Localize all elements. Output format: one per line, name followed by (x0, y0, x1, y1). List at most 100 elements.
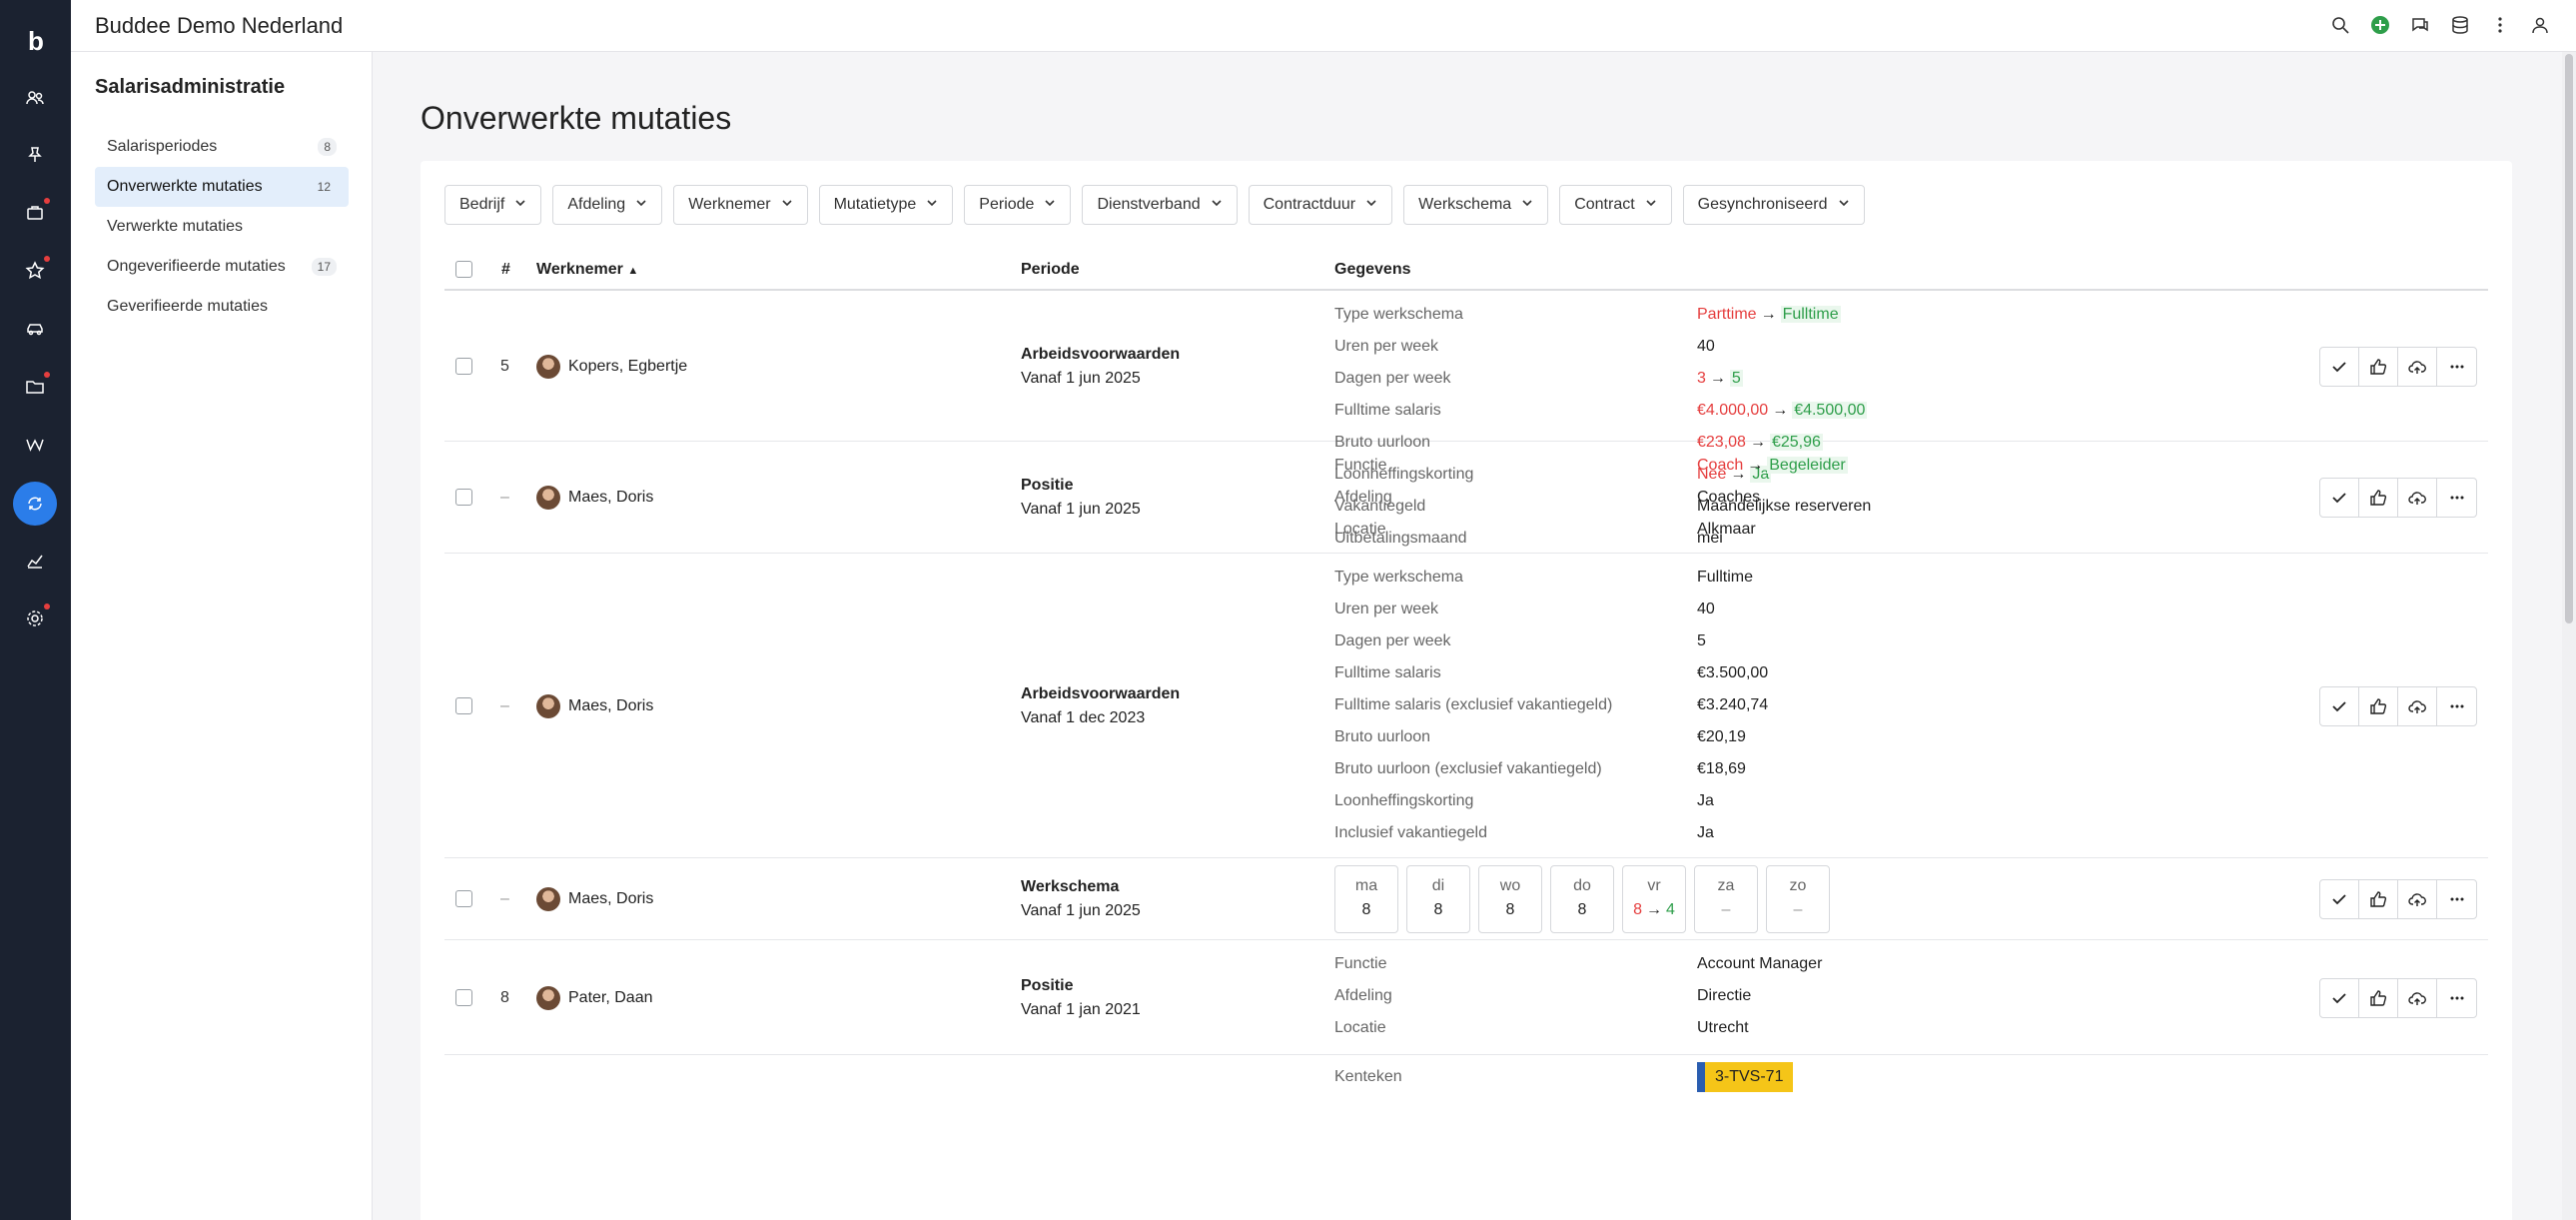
company-name: Buddee Demo Nederland (95, 13, 344, 38)
employee-cell[interactable]: Maes, Doris (536, 887, 653, 911)
old-value: €4.000,00 (1697, 402, 1769, 419)
employee-cell[interactable]: Kopers, Egbertje (536, 354, 688, 379)
more-horizontal-button[interactable] (2437, 479, 2476, 517)
period-cell: Arbeidsvoorwaarden Vanaf 1 dec 2023 (1021, 682, 1180, 730)
more-vertical-icon[interactable] (2488, 13, 2512, 37)
sidebar-item-salarisperiodes[interactable]: Salarisperiodes 8 (95, 127, 349, 167)
filter-contractduur[interactable]: Contractduur (1248, 185, 1393, 225)
employee-cell[interactable]: Maes, Doris (536, 693, 653, 718)
buddee-logo[interactable]: b (22, 24, 50, 58)
database-icon[interactable] (2448, 13, 2472, 37)
sidebar-item-label: Ongeverifieerde mutaties (107, 258, 286, 275)
wiki-icon[interactable] (20, 430, 50, 460)
day-ma: ma 8 (1334, 865, 1398, 933)
mutation-type: Werkschema (1021, 878, 1120, 895)
search-icon[interactable] (2328, 13, 2352, 37)
row-checkbox[interactable] (455, 357, 472, 375)
select-all-checkbox[interactable] (455, 261, 472, 278)
filter-afdeling[interactable]: Afdeling (552, 185, 663, 225)
cloud-upload-button[interactable] (2398, 978, 2437, 1017)
day-hours: 8 (1433, 901, 1443, 918)
day-name: zo (1789, 877, 1807, 894)
filter-gesynchroniseerd[interactable]: Gesynchroniseerd (1682, 185, 1865, 225)
employee-cell[interactable]: Maes, Doris (536, 486, 653, 510)
mutation-type: Positie (1021, 477, 1074, 494)
filter-bedrijf[interactable]: Bedrijf (444, 185, 542, 225)
old-value: Coach (1697, 457, 1744, 474)
employee-name: Maes, Doris (568, 890, 654, 907)
filter-werkschema[interactable]: Werkschema (1403, 185, 1549, 225)
day-hours: 8 → 4 (1623, 898, 1685, 922)
more-horizontal-button[interactable] (2437, 348, 2476, 386)
more-horizontal-button[interactable] (2437, 880, 2476, 918)
car-icon[interactable] (20, 314, 50, 344)
row-checkbox[interactable] (455, 890, 472, 907)
filter-mutatietype[interactable]: Mutatietype (818, 185, 954, 225)
cloud-upload-button[interactable] (2398, 347, 2437, 386)
check-button[interactable] (2320, 880, 2359, 918)
more-horizontal-button[interactable] (2437, 687, 2476, 725)
sidebar-item-onverwerkte-mutaties[interactable]: Onverwerkte mutaties 12 (95, 167, 349, 207)
main-content: Onverwerkte mutaties Bedrijf Afdeling Werk… (374, 52, 2561, 1220)
filter-contract[interactable]: Contract (1559, 185, 1672, 225)
thumbs-up-button[interactable] (2359, 880, 2398, 918)
sidebar-item-geverifieerde-mutaties[interactable]: Geverifieerde mutaties (95, 287, 349, 327)
field-label: Type werkschema (1334, 569, 1463, 586)
employee-cell[interactable]: Pater, Daan (536, 985, 653, 1010)
data-fields: Functie Coach → Begeleider Afdeling Coaches Lo… (1334, 450, 2383, 546)
cloud-upload-button[interactable] (2398, 880, 2437, 918)
field-label: Kenteken (1334, 1068, 1402, 1085)
sidebar-item-label: Salarisperiodes (107, 138, 218, 155)
more-horizontal-icon (2450, 365, 2463, 368)
day-name: di (1431, 877, 1445, 894)
day-hours: – (1721, 901, 1731, 918)
row-checkbox[interactable] (455, 988, 472, 1006)
new-value: 4 (1666, 901, 1675, 918)
data-field: Dagen per week 5 (1334, 625, 2383, 657)
column-header-data: Gegevens (1334, 261, 1411, 278)
briefcase-icon[interactable] (20, 198, 50, 228)
chat-icon[interactable] (2408, 13, 2432, 37)
field-label: Locatie (1334, 1019, 1386, 1036)
sidebar-item-ongeverifieerde-mutaties[interactable]: Ongeverifieerde mutaties 17 (95, 247, 349, 287)
scrollbar-thumb[interactable] (2565, 54, 2573, 623)
scrollbar[interactable] (2562, 52, 2576, 1220)
filter-label: Periode (979, 196, 1035, 213)
table-row: – Maes, Doris Arbeidsvoorwaarden Vanaf 1 de… (444, 554, 2488, 858)
field-label: Fulltime salaris (1334, 402, 1441, 419)
table-row: 8 Pater, Daan Positie Vanaf 1 jan 2021 Funct… (444, 940, 2488, 1055)
period-cell: Positie Vanaf 1 jun 2025 (1021, 474, 1141, 522)
sidebar-item-verwerkte-mutaties[interactable]: Verwerkte mutaties (95, 207, 349, 247)
pin-icon[interactable] (20, 140, 50, 170)
more-horizontal-button[interactable] (2437, 979, 2476, 1017)
row-checkbox[interactable] (455, 696, 472, 714)
chevron-down-icon (1211, 196, 1223, 214)
filter-dienstverband[interactable]: Dienstverband (1082, 185, 1238, 225)
cloud-upload-button[interactable] (2398, 686, 2437, 725)
filter-periode[interactable]: Periode (964, 185, 1072, 225)
table-header: # Werknemer ▲ Periode Gegevens (444, 249, 2488, 291)
people-icon[interactable] (20, 83, 50, 113)
user-icon[interactable] (2528, 13, 2552, 37)
folder-icon[interactable] (20, 372, 50, 402)
cloud-upload-icon (2408, 991, 2426, 1005)
add-icon[interactable] (2368, 13, 2392, 37)
field-value: €20,19 (1697, 728, 1746, 745)
cloud-upload-icon (2408, 893, 2426, 906)
chart-icon[interactable] (20, 546, 50, 576)
license-plate: 3-TVS-71 (1697, 1062, 1794, 1092)
employee-name: Kopers, Egbertje (568, 357, 688, 375)
row-checkbox[interactable] (455, 489, 472, 506)
column-header-employee[interactable]: Werknemer ▲ (536, 261, 638, 279)
filter-werknemer[interactable]: Werknemer (673, 185, 808, 225)
settings-icon[interactable] (20, 604, 50, 633)
notification-dot (44, 198, 50, 204)
payroll-icon[interactable] (13, 482, 57, 526)
field-label: Functie (1334, 457, 1387, 474)
star-icon[interactable] (20, 256, 50, 286)
arrow-icon: → (1709, 370, 1726, 387)
filter-label: Mutatietype (833, 196, 917, 213)
chevron-down-icon (1365, 196, 1377, 214)
new-value: Fulltime (1780, 306, 1841, 323)
cloud-upload-button[interactable] (2398, 479, 2437, 517)
